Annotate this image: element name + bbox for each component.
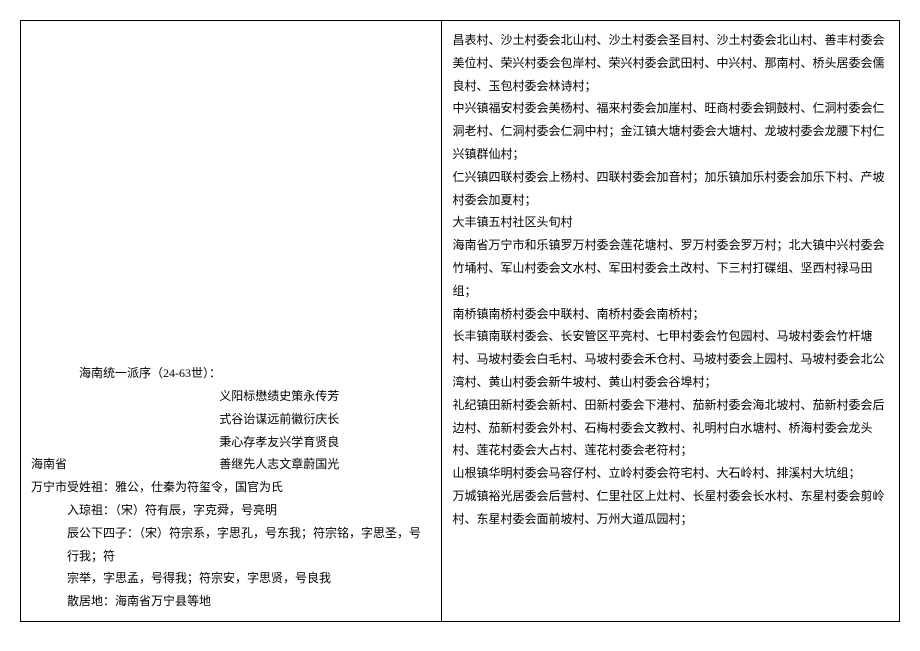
village-block-5: 海南省万宁市和乐镇罗万村委会莲花塘村、罗万村委会罗万村；北大镇中兴村委会竹埇村、… <box>452 234 889 302</box>
right-column: 昌表村、沙土村委会北山村、沙土村委会圣目村、沙土村委会北山村、善丰村委会美位村、… <box>442 21 899 621</box>
paixu-line-2: 式谷诒谋远前徽衍庆长 <box>31 408 431 431</box>
left-column: 海南统一派序（24-63世）： 义阳标懋绩史策永传芳 式谷诒谋远前徽衍庆长 秉心… <box>21 21 442 621</box>
paixu-line-4: 善继先人志文章蔚国光 <box>79 453 431 476</box>
four-sons-line1: 辰公下四子：（宋）符宗系，字思孔，号东我；符宗铭，字思圣，号行我；符 <box>31 522 431 568</box>
village-block-8: 礼纪镇田新村委会新村、田新村委会下港村、茄新村委会海北坡村、茄新村委会后边村、茄… <box>452 394 889 462</box>
scattered-residence: 散居地：海南省万宁县等地 <box>31 590 431 613</box>
village-block-9: 山根镇华明村委会马容仔村、立岭村委会符宅村、大石岭村、排溪村大坑组； <box>452 462 889 485</box>
document-page: 海南统一派序（24-63世）： 义阳标懋绩史策永传芳 式谷诒谋远前徽衍庆长 秉心… <box>20 20 900 622</box>
four-sons-line2: 宗举，字思孟，号得我；符宗安，字思贤，号良我 <box>31 567 431 590</box>
village-block-4: 大丰镇五村社区头旬村 <box>452 211 889 234</box>
paixu-line-1: 义阳标懋绩史策永传芳 <box>31 385 431 408</box>
village-block-6: 南桥镇南桥村委会中联村、南桥村委会南桥村； <box>452 303 889 326</box>
left-content: 海南统一派序（24-63世）： 义阳标懋绩史策永传芳 式谷诒谋远前徽衍庆长 秉心… <box>31 362 431 613</box>
village-block-7: 长丰镇南联村委会、长安管区平亮村、七甲村委会竹包园村、马坡村委会竹杆塘村、马坡村… <box>452 325 889 393</box>
village-block-10: 万城镇裕光居委会后营村、仁里社区上灶村、长星村委会长水村、东星村委会剪岭村、东星… <box>452 485 889 531</box>
ruqiong-ancestor: 入琼祖：（宋）符有辰，字克舜，号亮明 <box>31 499 431 522</box>
village-block-1: 昌表村、沙土村委会北山村、沙土村委会圣目村、沙土村委会北山村、善丰村委会美位村、… <box>452 29 889 97</box>
village-block-2: 中兴镇福安村委会美杨村、福来村委会加崖村、旺商村委会铜鼓村、仁洞村委会仁洞老村、… <box>452 97 889 165</box>
paixu-header: 海南统一派序（24-63世）： <box>31 362 431 385</box>
village-block-3: 仁兴镇四联村委会上杨村、四联村委会加音村；加乐镇加乐村委会加乐下村、产坡村委会加… <box>452 166 889 212</box>
shouxing-ancestor: 万宁市受姓祖：雅公，仕秦为符玺令，国官为氏 <box>31 476 431 499</box>
province-label: 海南省 <box>31 453 79 476</box>
paixu-line-3: 秉心存孝友兴学育贤良 <box>31 431 431 454</box>
